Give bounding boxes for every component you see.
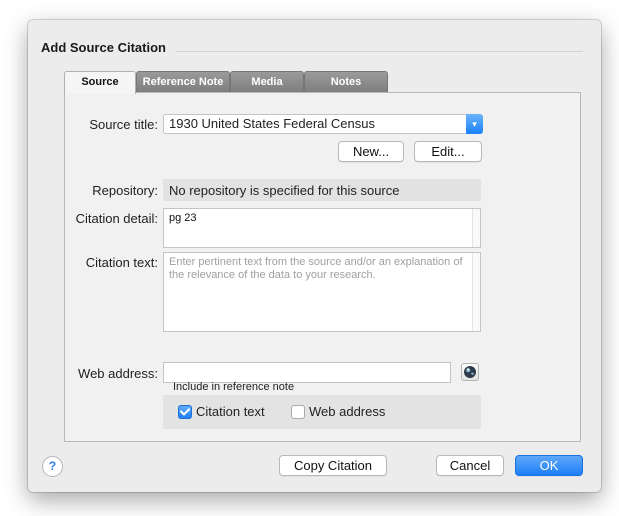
web-address-field[interactable] — [163, 362, 451, 383]
web-address-checkbox[interactable] — [291, 405, 305, 419]
citation-text-label: Citation text: — [85, 255, 158, 270]
globe-icon[interactable] — [461, 363, 479, 381]
citation-text-placeholder: Enter pertinent text from the source and… — [169, 256, 463, 281]
tab-notes[interactable]: Notes — [304, 71, 388, 93]
cancel-button[interactable]: Cancel — [436, 455, 504, 476]
citation-detail-label: Citation detail: — [75, 211, 158, 226]
citation-text-checkbox-label[interactable]: Citation text — [196, 404, 265, 419]
citation-detail-scrollbar[interactable] — [472, 209, 480, 247]
add-source-citation-dialog: Add Source Citation Source Reference Not… — [28, 20, 601, 492]
ok-button[interactable]: OK — [515, 455, 583, 476]
source-title-select[interactable]: 1930 United States Federal Census ▾ — [163, 114, 483, 134]
tab-reference-note[interactable]: Reference Note — [136, 71, 230, 93]
repository-label: Repository: — [92, 183, 158, 198]
repository-value-box: No repository is specified for this sour… — [163, 179, 481, 201]
tab-bar: Source Reference Note Media Notes — [64, 71, 394, 94]
web-address-label: Web address: — [78, 366, 158, 381]
source-tab-panel: Source title: 1930 United States Federal… — [64, 92, 581, 442]
dialog-title: Add Source Citation — [41, 40, 166, 55]
citation-detail-field[interactable]: pg 23 — [163, 208, 481, 248]
new-source-button[interactable]: New... — [338, 141, 404, 162]
source-title-label: Source title: — [89, 117, 158, 132]
citation-text-field[interactable]: Enter pertinent text from the source and… — [163, 252, 481, 332]
tab-source[interactable]: Source — [64, 71, 136, 94]
web-address-checkbox-label[interactable]: Web address — [309, 404, 385, 419]
title-divider — [176, 51, 583, 52]
include-group-title: Include in reference note — [173, 381, 295, 393]
citation-text-checkbox[interactable] — [178, 405, 192, 419]
edit-source-button[interactable]: Edit... — [414, 141, 482, 162]
source-title-value: 1930 United States Federal Census — [169, 116, 375, 131]
copy-citation-button[interactable]: Copy Citation — [279, 455, 387, 476]
repository-value: No repository is specified for this sour… — [169, 183, 400, 198]
citation-detail-text: pg 23 — [169, 212, 197, 224]
tab-media[interactable]: Media — [230, 71, 304, 93]
include-group: Citation text Web address — [163, 395, 481, 429]
citation-text-scrollbar[interactable] — [472, 253, 480, 331]
chevron-down-icon[interactable]: ▾ — [466, 114, 483, 134]
help-icon[interactable]: ? — [42, 456, 63, 477]
